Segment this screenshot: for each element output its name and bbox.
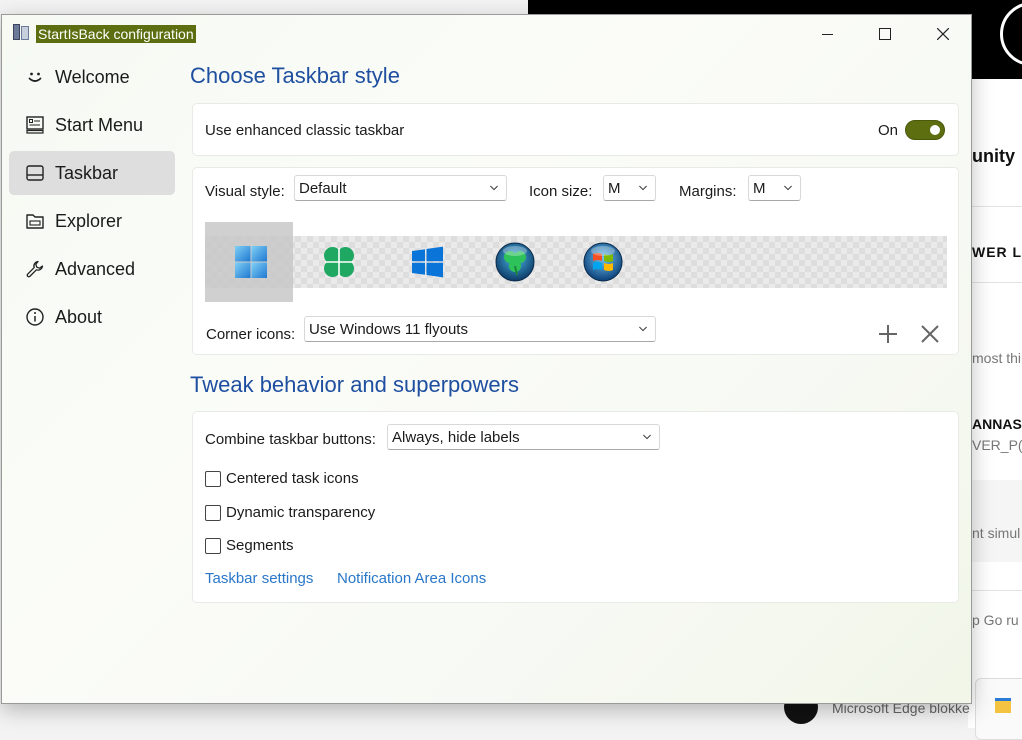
section-title-behavior: Tweak behavior and superpowers [190, 372, 519, 397]
sidebar-item-label: Start Menu [55, 115, 144, 135]
dynamic-transparency-checkbox[interactable] [205, 505, 221, 521]
minimize-button[interactable] [798, 15, 856, 53]
sidebar-item-welcome[interactable]: Welcome [9, 55, 175, 99]
margins-select[interactable]: M [748, 175, 801, 201]
add-style-icon[interactable] [877, 323, 899, 345]
config-window: StartIsBack configuration Welcome Start … [1, 14, 972, 704]
sidebar-item-explorer[interactable]: Explorer [9, 199, 175, 243]
icon-size-select[interactable]: M [603, 175, 656, 201]
corner-icons-value: Use Windows 11 flyouts [309, 321, 468, 338]
windows7-orb-icon [583, 242, 623, 282]
app-icon [12, 23, 30, 41]
segments-label: Segments [226, 537, 294, 554]
sidebar-item-label: Explorer [55, 211, 123, 231]
chevron-down-icon [639, 326, 647, 332]
centered-icons-checkbox[interactable] [205, 471, 221, 487]
background-snippet: ANNAS [972, 416, 1022, 432]
corner-icons-select[interactable]: Use Windows 11 flyouts [304, 316, 656, 342]
margins-value: M [753, 180, 766, 197]
taskbar-settings-link[interactable]: Taskbar settings [205, 570, 313, 588]
margins-label: Margins: [679, 183, 737, 200]
smile-icon [28, 72, 42, 82]
clover-icon [324, 247, 354, 277]
background-snippet: nt simul [972, 525, 1021, 541]
style-option-clover-orb[interactable] [469, 222, 557, 302]
taskbar-icon [26, 165, 44, 181]
icon-size-label: Icon size: [529, 183, 593, 200]
chevron-down-icon [639, 185, 647, 191]
window-title: StartIsBack configuration [36, 25, 196, 43]
combine-buttons-value: Always, hide labels [392, 429, 520, 446]
segments-checkbox[interactable] [205, 538, 221, 554]
style-option-windows7[interactable] [557, 222, 645, 302]
close-button[interactable] [914, 15, 971, 53]
icon-size-value: M [608, 180, 621, 197]
centered-icons-label: Centered task icons [226, 470, 359, 487]
style-option-windows11[interactable] [205, 222, 293, 302]
visual-style-label: Visual style: [205, 183, 285, 200]
corner-icons-label: Corner icons: [206, 326, 296, 343]
combine-buttons-select[interactable]: Always, hide labels [387, 424, 660, 450]
title-bar[interactable]: StartIsBack configuration [2, 15, 971, 53]
background-snippet: p Go ru [972, 612, 1019, 628]
maximize-icon [879, 28, 891, 40]
sidebar-item-label: Welcome [55, 67, 130, 87]
info-icon [26, 308, 44, 326]
sidebar-item-label: Taskbar [55, 163, 119, 183]
background-divider [968, 590, 1022, 591]
sidebar-item-advanced[interactable]: Advanced [9, 247, 175, 291]
enhanced-taskbar-label: Use enhanced classic taskbar [205, 122, 405, 139]
background-snippet: unity [972, 146, 1015, 166]
background-snippet: most thin [972, 350, 1022, 366]
dynamic-transparency-label: Dynamic transparency [226, 504, 376, 521]
wrench-icon [26, 260, 44, 278]
style-option-windows10[interactable] [381, 222, 469, 302]
sidebar-item-about[interactable]: About [9, 295, 175, 339]
enhanced-taskbar-card: Use enhanced classic taskbar On [192, 103, 959, 156]
combine-buttons-label: Combine taskbar buttons: [205, 431, 376, 448]
style-option-clover[interactable] [293, 222, 381, 302]
chevron-down-icon [784, 185, 792, 191]
background-divider [968, 282, 1022, 283]
behavior-card: Combine taskbar buttons: Always, hide la… [192, 411, 959, 603]
file-explorer-icon [995, 698, 1011, 713]
windows10-logo-icon [412, 246, 443, 278]
toggle-state-label: On [878, 122, 899, 139]
sidebar-item-label: Advanced [55, 259, 136, 279]
folder-icon [26, 214, 44, 229]
notification-area-icons-link[interactable]: Notification Area Icons [337, 570, 486, 588]
maximize-button[interactable] [856, 15, 914, 53]
visual-style-value: Default [299, 180, 347, 197]
background-content-panel [968, 79, 1022, 728]
sidebar-item-label: About [55, 307, 103, 327]
background-divider [968, 206, 1022, 207]
sidebar-item-taskbar[interactable]: Taskbar [9, 151, 175, 195]
chevron-down-icon [643, 434, 651, 440]
background-grey-block [968, 480, 1022, 562]
background-snippet: WER LA [972, 244, 1022, 260]
sidebar-item-start-menu[interactable]: Start Menu [9, 103, 175, 147]
visual-style-select[interactable]: Default [294, 175, 507, 201]
windows11-logo-icon [235, 246, 267, 278]
visual-style-card: Visual style: Default Icon size: M Margi… [192, 167, 959, 355]
minimize-icon [821, 33, 833, 35]
chevron-down-icon [490, 185, 498, 191]
close-icon [937, 28, 949, 40]
enhanced-taskbar-toggle[interactable] [905, 120, 945, 140]
remove-style-icon[interactable] [919, 323, 941, 345]
section-title-taskbar-style: Choose Taskbar style [190, 63, 400, 88]
start-menu-icon [26, 116, 44, 134]
toggle-knob [930, 125, 940, 135]
sidebar-nav: Welcome Start Menu Taskbar Explorer Adva… [9, 55, 175, 343]
clover-orb-icon [495, 242, 535, 282]
background-snippet: VER_P( [972, 437, 1022, 453]
